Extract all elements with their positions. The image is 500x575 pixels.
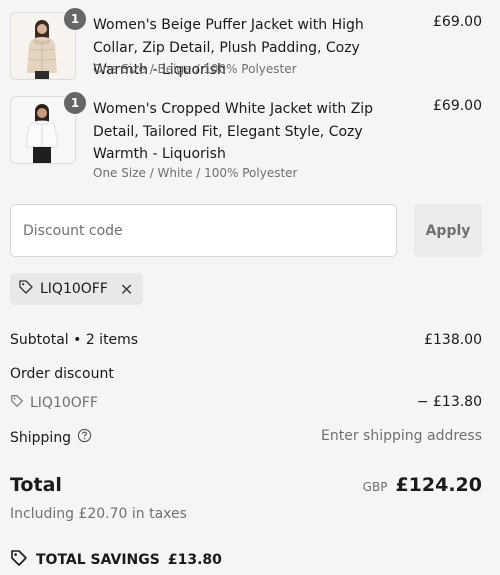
total-savings: TOTAL SAVINGS £13.80	[10, 549, 222, 571]
savings-tag-icon	[10, 549, 28, 571]
close-icon[interactable]: ✕	[120, 280, 133, 299]
order-discount-code: LIQ10OFF	[10, 394, 98, 412]
tax-note: Including £20.70 in taxes	[10, 506, 187, 522]
subtotal-value: £138.00	[424, 332, 482, 348]
applied-discount-code: LIQ10OFF	[40, 281, 108, 297]
product-thumbnail-white-jacket: 1	[10, 91, 87, 164]
savings-value: £13.80	[167, 552, 222, 568]
applied-discount-chip: LIQ10OFF ✕	[10, 273, 144, 305]
product-price: £69.00	[433, 98, 482, 114]
total-amount-group: GBP £124.20	[363, 474, 482, 496]
total-label: Total	[10, 474, 62, 496]
product-variant: One Size / White / 100% Polyester	[93, 166, 298, 180]
shipping-value: Enter shipping address	[321, 428, 482, 444]
discount-code-input[interactable]	[10, 204, 397, 257]
product-variant: One Size / Beige / 100% Polyester	[93, 62, 297, 76]
quantity-badge: 1	[63, 7, 87, 31]
order-discount-code-text: LIQ10OFF	[30, 395, 98, 411]
shipping-label: Shipping	[10, 429, 72, 446]
help-circle-icon[interactable]	[77, 428, 92, 447]
product-price: £69.00	[433, 14, 482, 30]
total-value: £124.20	[395, 474, 482, 496]
currency-code: GBP	[362, 480, 388, 494]
tag-icon	[10, 394, 24, 412]
order-discount-label: Order discount	[10, 366, 114, 382]
quantity-badge: 1	[63, 91, 87, 115]
shipping-label-group: Shipping	[10, 428, 92, 447]
product-title: Women's Cropped White Jacket with Zip De…	[93, 101, 374, 162]
subtotal-label: Subtotal • 2 items	[10, 332, 139, 348]
apply-discount-button[interactable]: Apply	[414, 204, 482, 257]
tag-icon	[18, 279, 34, 299]
order-discount-value: − £13.80	[416, 394, 482, 410]
savings-label: TOTAL SAVINGS	[36, 552, 160, 568]
product-thumbnail-beige-jacket: 1	[10, 7, 87, 80]
